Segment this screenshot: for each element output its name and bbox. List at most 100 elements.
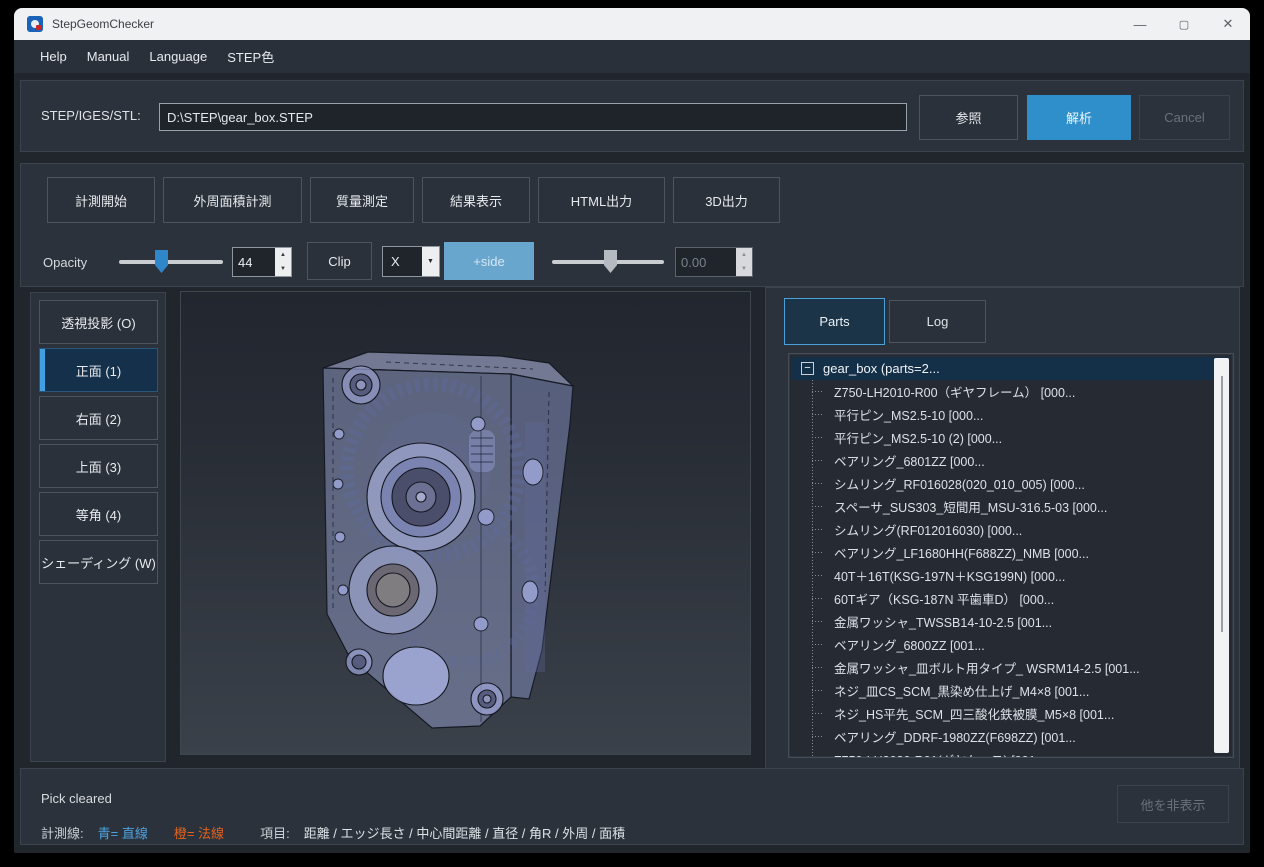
file-path-input[interactable] bbox=[159, 103, 907, 131]
tree-item[interactable]: ネジ_皿CS_SCM_黒染め仕上げ_M4×8 [001... bbox=[792, 679, 1230, 702]
tree-scrollbar-thumb[interactable] bbox=[1221, 376, 1223, 632]
tree-item[interactable]: 40T＋16T(KSG-197N＋KSG199N) [000... bbox=[792, 564, 1230, 587]
hide-others-button: 他を非表示 bbox=[1117, 785, 1229, 823]
tree-item[interactable]: シムリング_RF016028(020_010_005) [000... bbox=[792, 472, 1230, 495]
tree-item-label: 40T＋16T(KSG-197N＋KSG199N) [000... bbox=[834, 566, 1065, 585]
title-bar: StepGeomChecker — ▢ ✕ bbox=[14, 8, 1250, 40]
html-export-button[interactable]: HTML出力 bbox=[538, 177, 665, 223]
menu-bar: Help Manual Language STEP色 bbox=[14, 40, 1250, 73]
opacity-value[interactable]: 44 bbox=[233, 248, 275, 276]
tree-item-label: 平行ピン_MS2.5-10 [000... bbox=[834, 405, 983, 424]
view-front-button[interactable]: 正面 (1) bbox=[39, 348, 158, 392]
tree-item-label: Z750-LH2020-R01(ギヤケース) [001... bbox=[834, 750, 1046, 758]
menu-help[interactable]: Help bbox=[30, 42, 77, 71]
clip-offset-spinner: 0.00 ▲ ▼ bbox=[675, 247, 753, 277]
menu-manual[interactable]: Manual bbox=[77, 42, 140, 71]
tree-item[interactable]: ベアリング_LF1680HH(F688ZZ)_NMB [000... bbox=[792, 541, 1230, 564]
browse-button[interactable]: 参照 bbox=[919, 95, 1018, 140]
tree-root-row[interactable]: − gear_box (parts=2... bbox=[792, 357, 1230, 380]
file-type-label: STEP/IGES/STL: bbox=[41, 108, 141, 123]
parts-tree[interactable]: − gear_box (parts=2... Z750-LH2010-R00（ギ… bbox=[788, 353, 1234, 758]
tree-item[interactable]: ベアリング_DDRF-1980ZZ(F698ZZ) [001... bbox=[792, 725, 1230, 748]
tree-item[interactable]: ネジ_HS平先_SCM_四三酸化鉄被膜_M5×8 [001... bbox=[792, 702, 1230, 725]
export-3d-button[interactable]: 3D出力 bbox=[673, 177, 780, 223]
tree-item[interactable]: 平行ピン_MS2.5-10 (2) [000... bbox=[792, 426, 1230, 449]
chevron-down-icon[interactable]: ▼ bbox=[422, 247, 439, 276]
measure-lines-label: 計測線: bbox=[41, 823, 84, 842]
tree-item-label: ネジ_皿CS_SCM_黒染め仕上げ_M4×8 [001... bbox=[834, 681, 1089, 700]
measure-start-button[interactable]: 計測開始 bbox=[47, 177, 155, 223]
tree-root-label: gear_box (parts=2... bbox=[823, 361, 940, 376]
tree-item-label: ベアリング_LF1680HH(F688ZZ)_NMB [000... bbox=[834, 543, 1089, 562]
tree-scrollbar[interactable] bbox=[1214, 358, 1229, 753]
maximize-icon[interactable]: ▢ bbox=[1162, 8, 1206, 40]
tree-item[interactable]: Z750-LH2010-R00（ギヤフレーム） [000... bbox=[792, 380, 1230, 403]
opacity-slider-handle[interactable] bbox=[155, 250, 168, 273]
tree-item[interactable]: ベアリング_6801ZZ [000... bbox=[792, 449, 1230, 472]
opacity-label: Opacity bbox=[43, 255, 87, 270]
view-right-button[interactable]: 右面 (2) bbox=[39, 396, 158, 440]
menu-step-color[interactable]: STEP色 bbox=[217, 40, 284, 73]
clip-axis-dropdown[interactable]: X ▼ bbox=[382, 246, 440, 277]
collapse-icon[interactable]: − bbox=[801, 362, 814, 375]
parts-panel: Parts Log − gear_box (parts=2... Z750-LH… bbox=[765, 287, 1240, 773]
clip-button[interactable]: Clip bbox=[307, 242, 372, 280]
cancel-button: Cancel bbox=[1139, 95, 1230, 140]
mass-measure-button[interactable]: 質量測定 bbox=[310, 177, 414, 223]
close-icon[interactable]: ✕ bbox=[1206, 8, 1250, 40]
opacity-spin-arrows[interactable]: ▲ ▼ bbox=[275, 248, 291, 276]
measure-items-label: 項目: bbox=[260, 823, 290, 842]
menu-language[interactable]: Language bbox=[139, 42, 217, 71]
app-window: StepGeomChecker — ▢ ✕ Help Manual Langua… bbox=[14, 8, 1250, 853]
clip-offset-value: 0.00 bbox=[676, 248, 736, 276]
outer-area-button[interactable]: 外周面積計測 bbox=[163, 177, 302, 223]
tree-item-label: ネジ_HS平先_SCM_四三酸化鉄被膜_M5×8 [001... bbox=[834, 704, 1114, 723]
3d-model-gearbox[interactable] bbox=[181, 292, 750, 754]
tree-item[interactable]: 金属ワッシャ_TWSSB14-10-2.5 [001... bbox=[792, 610, 1230, 633]
3d-viewport[interactable] bbox=[180, 291, 751, 755]
tools-panel: 計測開始 外周面積計測 質量測定 結果表示 HTML出力 3D出力 Opacit… bbox=[20, 163, 1244, 287]
view-sidebar: 透視投影 (O) 正面 (1) 右面 (2) 上面 (3) 等角 (4) シェー… bbox=[30, 292, 166, 762]
spin-up-icon[interactable]: ▲ bbox=[275, 248, 291, 262]
analyze-button[interactable]: 解析 bbox=[1027, 95, 1131, 140]
opacity-slider[interactable] bbox=[119, 248, 223, 276]
tree-item-label: 金属ワッシャ_皿ボルト用タイプ_ WSRM14-2.5 [001... bbox=[834, 658, 1140, 677]
clip-offset-spin-arrows: ▲ ▼ bbox=[736, 248, 752, 276]
window-title: StepGeomChecker bbox=[52, 17, 154, 31]
view-iso-button[interactable]: 等角 (4) bbox=[39, 492, 158, 536]
tab-parts[interactable]: Parts bbox=[784, 298, 885, 345]
tree-item-label: ベアリング_6800ZZ [001... bbox=[834, 635, 985, 654]
spin-down-icon[interactable]: ▼ bbox=[275, 262, 291, 276]
status-panel: Pick cleared 計測線: 青= 直線 橙= 法線 項目: 距離 / エ… bbox=[20, 768, 1244, 845]
legend-orange-normal: 橙= 法線 bbox=[174, 823, 224, 842]
status-message: Pick cleared bbox=[41, 791, 112, 806]
legend-blue-line: 青= 直線 bbox=[98, 823, 148, 842]
results-button[interactable]: 結果表示 bbox=[422, 177, 530, 223]
tab-log[interactable]: Log bbox=[889, 300, 986, 343]
view-perspective-button[interactable]: 透視投影 (O) bbox=[39, 300, 158, 344]
tree-item-label: ベアリング_DDRF-1980ZZ(F698ZZ) [001... bbox=[834, 727, 1076, 746]
app-icon bbox=[27, 16, 43, 32]
opacity-spinner[interactable]: 44 ▲ ▼ bbox=[232, 247, 292, 277]
tree-item-label: 平行ピン_MS2.5-10 (2) [000... bbox=[834, 428, 1002, 447]
tree-item[interactable]: スペーサ_SUS303_短間用_MSU-316.5-03 [000... bbox=[792, 495, 1230, 518]
tree-item[interactable]: Z750-LH2020-R01(ギヤケース) [001... bbox=[792, 748, 1230, 758]
tree-item[interactable]: 金属ワッシャ_皿ボルト用タイプ_ WSRM14-2.5 [001... bbox=[792, 656, 1230, 679]
spin-down-icon: ▼ bbox=[736, 262, 752, 276]
opacity-slider-track[interactable] bbox=[119, 260, 223, 264]
tree-item[interactable]: 平行ピン_MS2.5-10 [000... bbox=[792, 403, 1230, 426]
tree-item[interactable]: 60Tギア（KSG-187N 平歯車D） [000... bbox=[792, 587, 1230, 610]
clip-slider-handle[interactable] bbox=[604, 250, 617, 273]
file-panel: STEP/IGES/STL: 参照 解析 Cancel bbox=[20, 80, 1244, 152]
view-shading-button[interactable]: シェーディング (W) bbox=[39, 540, 158, 584]
window-controls: — ▢ ✕ bbox=[1118, 8, 1250, 40]
tree-item[interactable]: ベアリング_6800ZZ [001... bbox=[792, 633, 1230, 656]
clip-side-button[interactable]: +side bbox=[444, 242, 534, 280]
view-top-button[interactable]: 上面 (3) bbox=[39, 444, 158, 488]
spin-up-icon: ▲ bbox=[736, 248, 752, 262]
clip-offset-slider[interactable] bbox=[552, 248, 664, 276]
clip-axis-value[interactable]: X bbox=[383, 247, 422, 276]
tree-item-label: 60Tギア（KSG-187N 平歯車D） [000... bbox=[834, 589, 1054, 608]
minimize-icon[interactable]: — bbox=[1118, 8, 1162, 40]
tree-item[interactable]: シムリング(RF012016030) [000... bbox=[792, 518, 1230, 541]
